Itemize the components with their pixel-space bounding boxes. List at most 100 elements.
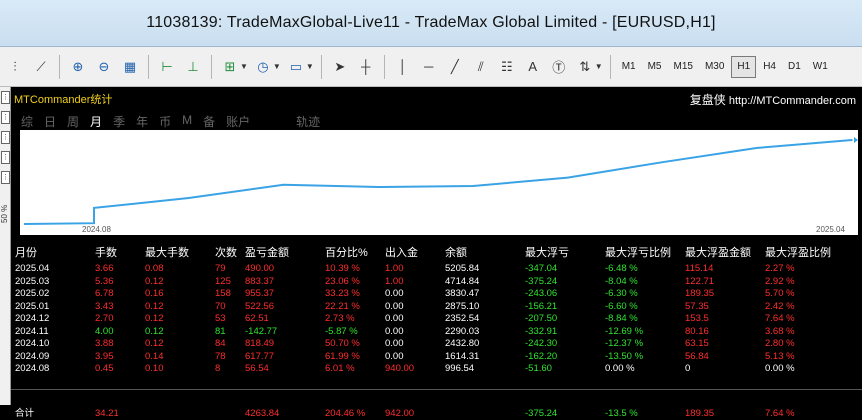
tab-magic[interactable]: M xyxy=(182,113,192,131)
fibonacci-icon[interactable]: ☷ xyxy=(496,56,518,78)
table-cell: 4714.84 xyxy=(445,275,480,287)
horizontal-line-icon[interactable]: ─ xyxy=(418,56,440,78)
zoom-out-icon[interactable]: ⊖ xyxy=(93,56,115,78)
cursor-icon[interactable]: ➤ xyxy=(329,56,351,78)
table-cell: 2025.04 xyxy=(15,263,50,274)
tab-account[interactable]: 账户 xyxy=(226,113,250,131)
panel-toggle-icon[interactable]: ⋮ xyxy=(1,91,10,104)
tile-windows-icon[interactable]: ▦ xyxy=(119,56,141,78)
tab-notes[interactable]: 备 xyxy=(203,113,215,131)
table-cell: 2875.10 xyxy=(445,300,480,312)
chevron-down-icon[interactable]: ▼ xyxy=(240,62,248,71)
table-row[interactable]: 2024.11 4.00 0.12 81 -142.77 -5.87 % 0.00 2290.… xyxy=(11,325,862,338)
table-row[interactable]: 2024.12 2.70 0.12 53 62.51 2.73 % 0.00 2352.54 -… xyxy=(11,312,862,325)
table-row[interactable]: 2024.09 3.95 0.14 78 617.77 61.99 % 0.00 1614.3… xyxy=(11,350,862,363)
auto-scroll-icon[interactable]: ⊥ xyxy=(182,56,204,78)
table-cell: -162.20 xyxy=(525,350,558,362)
table-row[interactable]: 2025.04 3.66 0.08 79 490.00 10.39 % 1.00 5205.8… xyxy=(11,262,862,275)
trendline-icon[interactable]: ╱ xyxy=(444,56,466,78)
table-cell: 1614.31 xyxy=(445,350,480,362)
brand-link[interactable]: 复盘侠 http://MTCommander.com xyxy=(690,91,856,108)
tab-day[interactable]: 日 xyxy=(44,113,56,131)
table-row[interactable]: 2025.01 3.43 0.12 70 522.56 22.21 % 0.00 2875.1… xyxy=(11,300,862,313)
brand-url[interactable]: http://MTCommander.com xyxy=(729,95,856,107)
table-cell: 2024.12 xyxy=(15,313,50,325)
table-cell: 57.35 xyxy=(685,300,709,312)
table-cell: 3.68 % xyxy=(765,325,795,337)
chevron-down-icon[interactable]: ▼ xyxy=(595,62,603,71)
table-cell: 2.70 xyxy=(95,313,114,325)
toolbar-separator xyxy=(320,54,322,79)
chevron-down-icon[interactable]: ▼ xyxy=(273,62,281,71)
table-cell: -156.21 xyxy=(525,300,558,312)
panel-header: MTCommander统计 复盘侠 http://MTCommander.com xyxy=(11,88,862,110)
balance-point xyxy=(187,197,190,199)
table-row[interactable]: 2025.03 5.36 0.12 125 883.37 23.06 % 1.00 4714.… xyxy=(11,275,862,288)
tab-quarter[interactable]: 季 xyxy=(113,113,125,131)
balance-series-line xyxy=(23,139,853,225)
table-cell: 996.54 xyxy=(445,363,475,375)
timeframe-m15[interactable]: M15 xyxy=(669,56,698,78)
column-header: 手数 xyxy=(95,247,117,259)
chart-shift-icon[interactable]: ⊢ xyxy=(156,56,178,78)
panel-toggle-icon[interactable]: ⋮ xyxy=(1,131,10,144)
chevron-down-icon[interactable]: ▼ xyxy=(306,62,314,71)
table-cell: -8.84 % xyxy=(605,313,638,325)
panel-toggle-icon[interactable]: ⋮ xyxy=(1,171,10,184)
table-cell: 0.12 xyxy=(145,300,164,312)
table-cell: 2024.08 xyxy=(15,363,50,375)
crosshair-icon[interactable]: ┼ xyxy=(355,56,377,78)
periods-clock-icon[interactable]: ◷ xyxy=(252,56,274,78)
table-row[interactable]: 2024.10 3.88 0.12 84 818.49 50.70 % 0.00 2432.8… xyxy=(11,337,862,350)
table-cell: 2.27 % xyxy=(765,263,795,274)
table-cell: 940.00 xyxy=(385,363,415,375)
bar-chart-icon[interactable]: ⫶ xyxy=(4,56,26,78)
table-cell: -142.77 xyxy=(245,325,278,337)
timeframe-d1[interactable]: D1 xyxy=(783,56,806,78)
table-cell: 0.16 xyxy=(145,288,164,300)
tab-week[interactable]: 周 xyxy=(67,113,79,131)
timeframe-h1[interactable]: H1 xyxy=(731,55,757,78)
table-cell: -242.30 xyxy=(525,338,558,350)
table-cell: 5.36 xyxy=(95,275,114,287)
timeframe-m30[interactable]: M30 xyxy=(700,56,729,78)
tab-month[interactable]: 月 xyxy=(90,113,102,131)
table-cell: 79 xyxy=(215,263,226,274)
mtcommander-panel: MTCommander统计 复盘侠 http://MTCommander.com… xyxy=(11,88,862,419)
panel-toggle-icon[interactable]: ⋮ xyxy=(1,151,10,164)
toolbar-separator xyxy=(148,54,149,79)
table-cell: -12.37 % xyxy=(605,338,644,350)
table-cell: -8.04 % xyxy=(605,275,638,287)
text-label-icon[interactable]: Ⓣ xyxy=(548,56,570,78)
table-cell: 0.00 xyxy=(385,350,404,362)
table-cell: -6.30 % xyxy=(605,288,638,300)
table-row[interactable]: 2025.02 6.78 0.16 158 955.37 33.23 % 0.00 3830.… xyxy=(11,287,862,300)
table-cell: 883.37 xyxy=(245,275,275,287)
timeframe-h4[interactable]: H4 xyxy=(758,56,781,78)
table-cell: -12.69 % xyxy=(605,325,644,337)
arrows-icon[interactable]: ⇅ xyxy=(574,56,596,78)
table-cell: 2.80 % xyxy=(765,338,795,350)
table-row[interactable]: 2024.08 0.45 0.10 8 56.54 6.01 % 940.00 996.54 -… xyxy=(11,362,862,375)
table-cell: 0.00 % xyxy=(605,363,635,375)
channels-icon[interactable]: ⫽ xyxy=(470,56,492,78)
timeframe-m5[interactable]: M5 xyxy=(643,56,667,78)
tab-summary[interactable]: 综 xyxy=(21,113,33,131)
text-icon[interactable]: A xyxy=(522,56,544,78)
table-cell: 2290.03 xyxy=(445,325,480,337)
table-cell: 78 xyxy=(215,350,226,362)
tab-track[interactable]: 轨迹 xyxy=(296,113,320,131)
templates-icon[interactable]: ▭ xyxy=(285,56,307,78)
timeframe-w1[interactable]: W1 xyxy=(808,56,833,78)
panel-toggle-icon[interactable]: ⋮ xyxy=(1,111,10,124)
table-cell: 33.23 % xyxy=(325,288,360,300)
tab-currency[interactable]: 币 xyxy=(159,113,171,131)
line-chart-icon[interactable]: ⟋ xyxy=(30,56,52,78)
table-cell: 115.14 xyxy=(685,263,714,274)
timeframe-m1[interactable]: M1 xyxy=(617,56,641,78)
zoom-in-icon[interactable]: ⊕ xyxy=(67,56,89,78)
vertical-line-icon[interactable]: │ xyxy=(392,56,414,78)
tab-year[interactable]: 年 xyxy=(136,113,148,131)
indicators-icon[interactable]: ⊞ xyxy=(219,56,241,78)
toolbar-separator xyxy=(59,54,60,79)
